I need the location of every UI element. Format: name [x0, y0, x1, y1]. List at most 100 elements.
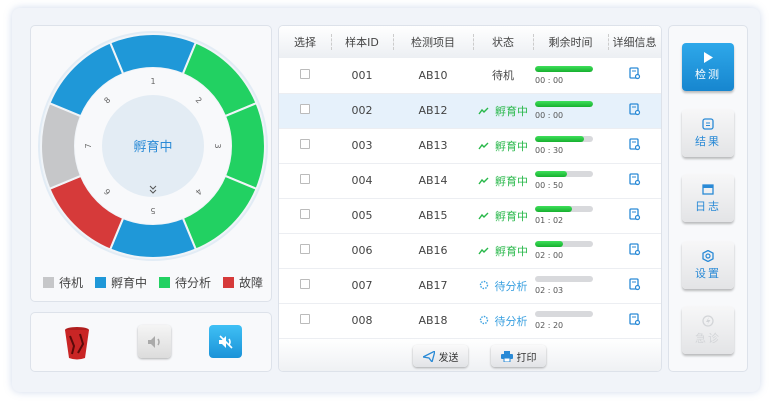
status-cell: 待机 [473, 58, 533, 94]
legend-swatch [223, 277, 235, 288]
remaining-time: 00 : 50 [535, 181, 564, 190]
remaining-time-cell: 00 : 50 [533, 163, 608, 199]
sample-id: 006 [331, 233, 393, 269]
table-row[interactable]: 004 AB14 孵育中 00 : 50 [279, 163, 661, 199]
test-item: AB10 [393, 58, 473, 94]
status-cell: 待分析 [473, 303, 533, 339]
slot-segment-3[interactable] [223, 101, 266, 191]
incubating-icon [478, 247, 489, 254]
document-icon [702, 117, 714, 130]
print-button[interactable]: 打印 [491, 345, 546, 367]
detail-search-icon[interactable] [628, 207, 641, 221]
sample-id: 004 [331, 163, 393, 199]
column-header: 剩余时间 [533, 26, 608, 58]
remaining-time: 02 : 20 [535, 321, 564, 330]
remaining-time-cell: 00 : 00 [533, 93, 608, 129]
status-cell: 孵育中 [473, 128, 533, 164]
trash-bin-icon[interactable] [64, 326, 90, 360]
status-label: 待分析 [494, 279, 528, 293]
progress-bar [535, 276, 593, 282]
legend-label: 孵育中 [111, 276, 148, 290]
remaining-time-cell: 00 : 00 [533, 58, 608, 94]
slot-segment-7[interactable] [40, 101, 83, 191]
send-label: 发送 [438, 352, 459, 364]
status-cell: 孵育中 [473, 198, 533, 234]
progress-bar [535, 101, 593, 107]
loading-spinner-icon [479, 315, 488, 324]
incubating-icon [478, 142, 489, 149]
detail-search-icon[interactable] [628, 137, 641, 151]
legend: 待机 孵育中 待分析 故障 [43, 274, 263, 291]
table-row[interactable]: 007 AB17 待分析 02 : 03 [279, 268, 661, 304]
table-row[interactable]: 001 AB10 待机 00 : 00 [279, 58, 661, 94]
detail-search-icon[interactable] [628, 312, 641, 326]
slot-ring-panel: 1 2 3 4 5 6 7 8 孵育中 待机 孵育中 待分析 故障 [30, 25, 272, 302]
detect-button[interactable]: 检测 [682, 43, 734, 91]
remaining-time: 00 : 00 [535, 111, 564, 120]
status-label: 孵育中 [495, 244, 528, 258]
remaining-time: 02 : 03 [535, 286, 564, 295]
settings-label: 设置 [695, 266, 721, 280]
row-checkbox[interactable] [300, 279, 310, 289]
progress-bar [535, 65, 593, 72]
log-button[interactable]: 日志 [682, 174, 734, 222]
column-header: 状态 [473, 26, 533, 58]
sample-id: 005 [331, 198, 393, 234]
results-button[interactable]: 结果 [682, 109, 734, 157]
legend-item: 待机 [43, 274, 83, 291]
sample-table-panel: 选择 样本ID 检测项目 状态 剩余时间 详细信息 001 AB10 待机 00 : 00… [278, 25, 662, 372]
row-checkbox[interactable] [300, 209, 310, 219]
legend-item: 故障 [223, 274, 263, 291]
test-item: AB18 [393, 303, 473, 339]
row-checkbox[interactable] [300, 139, 310, 149]
remaining-time: 00 : 00 [535, 75, 564, 85]
lightning-icon [702, 314, 714, 327]
table-row[interactable]: 006 AB16 孵育中 02 : 00 [279, 233, 661, 269]
slot-number: 1 [150, 77, 155, 86]
table-row[interactable]: 003 AB13 孵育中 00 : 30 [279, 128, 661, 164]
table-row[interactable]: 002 AB12 孵育中 00 : 00 [279, 93, 661, 129]
legend-label: 待机 [59, 276, 84, 290]
row-checkbox[interactable] [300, 244, 310, 254]
table-row[interactable]: 008 AB18 待分析 02 : 20 [279, 303, 661, 339]
column-header: 详细信息 [608, 26, 661, 58]
loading-spinner-icon [479, 280, 488, 289]
center-status-label: 孵育中 [133, 139, 172, 155]
sample-id: 002 [331, 93, 393, 129]
log-label: 日志 [695, 199, 721, 213]
detail-search-icon[interactable] [628, 242, 641, 256]
settings-button[interactable]: 设置 [682, 241, 734, 289]
detail-search-icon[interactable] [628, 277, 641, 291]
row-checkbox[interactable] [300, 174, 310, 184]
detail-search-icon[interactable] [628, 172, 641, 186]
row-checkbox[interactable] [300, 104, 310, 114]
detect-label: 检测 [695, 68, 721, 81]
row-checkbox[interactable] [300, 314, 310, 324]
volume-on-button[interactable] [138, 325, 171, 358]
progress-bar [535, 206, 593, 212]
slot-ring: 12345678孵育中 [38, 31, 268, 261]
column-header: 选择 [279, 26, 331, 58]
test-item: AB12 [393, 93, 473, 129]
gear-icon [702, 249, 714, 262]
play-icon [704, 52, 713, 63]
print-label: 打印 [516, 352, 537, 364]
detail-search-icon[interactable] [628, 102, 641, 116]
detail-search-icon[interactable] [628, 67, 641, 80]
send-button[interactable]: 发送 [413, 345, 468, 367]
status-label: 孵育中 [495, 174, 528, 188]
slot-segment-5[interactable] [108, 216, 198, 259]
remaining-time: 02 : 00 [535, 251, 564, 260]
progress-bar [535, 311, 593, 317]
test-item: AB17 [393, 268, 473, 304]
send-icon [422, 350, 435, 362]
incubating-icon [478, 177, 489, 184]
test-item: AB15 [393, 198, 473, 234]
mute-button[interactable] [209, 325, 242, 358]
legend-item: 待分析 [159, 274, 211, 291]
slot-number: 5 [150, 206, 155, 215]
progress-bar [535, 241, 593, 247]
row-checkbox[interactable] [300, 68, 310, 79]
table-row[interactable]: 005 AB15 孵育中 01 : 02 [279, 198, 661, 234]
slot-segment-1[interactable] [108, 33, 198, 76]
